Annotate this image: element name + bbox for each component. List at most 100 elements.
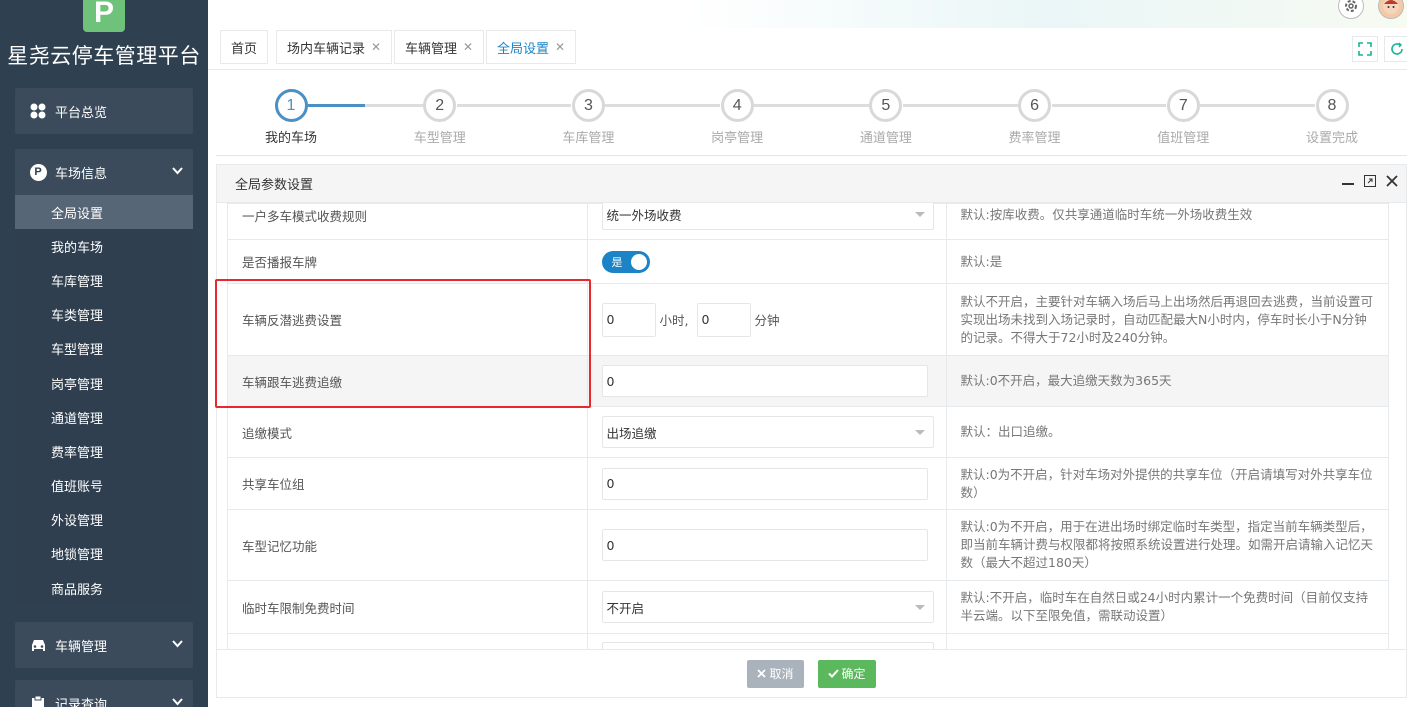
tab-global-settings[interactable]: 全局设置 ✕ bbox=[486, 30, 577, 64]
close-icon[interactable]: ✕ bbox=[555, 40, 565, 54]
chevron-down-icon bbox=[172, 164, 183, 178]
step-number: 3 bbox=[571, 89, 605, 122]
setting-label: 追缴模式 bbox=[227, 406, 588, 458]
anti-evasion-minutes-input[interactable]: 0 bbox=[696, 302, 751, 337]
next-setting-select[interactable] bbox=[601, 642, 934, 649]
table-row: 是否播报车牌 是 默认:是 bbox=[227, 239, 1389, 284]
toggle-label: 是 bbox=[611, 255, 623, 269]
logo: P bbox=[83, 0, 125, 32]
refresh-icon[interactable] bbox=[1384, 36, 1407, 62]
tabs-bar: 首页 场内车辆记录 ✕ 车辆管理 ✕ 全局设置 ✕ bbox=[208, 28, 1407, 70]
highlight-box bbox=[215, 279, 591, 408]
table-row: 追缴模式 出场追缴 默认：出口追缴。 bbox=[227, 406, 1389, 458]
step-item[interactable]: 2 车型管理 bbox=[390, 89, 490, 146]
caret-down-icon bbox=[914, 212, 925, 217]
setting-label: 临时车限制免费时间 bbox=[227, 580, 588, 634]
close-icon[interactable] bbox=[1386, 175, 1398, 191]
sidebar-item[interactable]: 地锁管理 bbox=[15, 537, 193, 571]
step-item[interactable]: 6 费率管理 bbox=[985, 89, 1085, 146]
anti-evasion-hours-input[interactable]: 0 bbox=[601, 302, 656, 337]
setting-label: 是否播报车牌 bbox=[227, 239, 588, 284]
menu-overview-label: 平台总览 bbox=[55, 105, 108, 121]
menu-overview[interactable]: 平台总览 bbox=[15, 88, 193, 134]
sidebar-item[interactable]: 车库管理 bbox=[15, 263, 193, 297]
step-item[interactable]: 4 岗亭管理 bbox=[687, 89, 787, 146]
sidebar-item[interactable]: 商品服务 bbox=[15, 571, 193, 605]
select-value: 统一外场收费 bbox=[606, 207, 682, 223]
step-item[interactable]: 1 我的车场 bbox=[241, 89, 341, 146]
follow-evasion-recovery-input[interactable]: 0 bbox=[601, 365, 928, 397]
setting-desc: 默认:0为不开启，针对车场对外提供的共享车位（开启请填写对外共享车位数） bbox=[945, 457, 1389, 510]
broadcast-plate-toggle[interactable]: 是 bbox=[601, 250, 650, 273]
setting-label: 共享车位组 bbox=[227, 457, 588, 510]
settings-gear-icon[interactable] bbox=[1338, 0, 1364, 19]
table-row: 车型记忆功能 0 默认:0为不开启，用于在进出场时绑定临时车类型，指定当前车辆类… bbox=[227, 509, 1389, 581]
multi-car-fee-rule-select[interactable]: 统一外场收费 bbox=[601, 203, 934, 230]
setting-desc: 默认:0为不开启，用于在进出场时绑定临时车类型，指定当前车辆类型后，即当前车辆计… bbox=[945, 509, 1389, 581]
temp-car-free-time-select[interactable]: 不开启 bbox=[601, 591, 934, 623]
tab-global-settings-label: 全局设置 bbox=[497, 41, 550, 57]
chevron-down-icon bbox=[172, 695, 183, 707]
tab-vehicle-mgmt[interactable]: 车辆管理 ✕ bbox=[394, 30, 485, 64]
close-icon bbox=[757, 669, 767, 678]
setting-label: 车型记忆功能 bbox=[227, 509, 588, 581]
menu-record-query[interactable]: 记录查询 bbox=[15, 680, 193, 707]
vehicle-type-memory-input[interactable]: 0 bbox=[601, 529, 928, 561]
panel-title: 全局参数设置 bbox=[235, 178, 314, 193]
confirm-label: 确定 bbox=[841, 667, 866, 681]
tab-vehicle-records-label: 场内车辆记录 bbox=[287, 41, 366, 57]
menu-parking-info-head[interactable]: P 车场信息 bbox=[15, 149, 193, 195]
minimize-icon[interactable] bbox=[1342, 175, 1354, 191]
menu-vehicle-mgmt[interactable]: 车辆管理 bbox=[15, 622, 193, 668]
setting-desc: 默认:0不开启，最大追缴天数为365天 bbox=[945, 355, 1389, 407]
table-row bbox=[227, 633, 1389, 649]
sidebar-item[interactable]: 外设管理 bbox=[15, 503, 193, 537]
sidebar-item[interactable]: 车类管理 bbox=[15, 298, 193, 332]
settings-table: 一户多车模式收费规则 统一外场收费 默认:按库收费。仅共享通道临时车统一外场收费… bbox=[227, 203, 1389, 649]
setting-desc: 默认:不开启，临时车在自然日或24小时内累计一个免费时间（目前仅支持半云端。以下… bbox=[945, 580, 1389, 634]
step-number: 8 bbox=[1315, 89, 1349, 122]
tab-vehicle-records[interactable]: 场内车辆记录 ✕ bbox=[276, 30, 393, 64]
tab-vehicle-mgmt-label: 车辆管理 bbox=[405, 41, 458, 57]
sidebar-item[interactable]: 通道管理 bbox=[15, 400, 193, 434]
confirm-button[interactable]: 确定 bbox=[817, 659, 876, 688]
setting-desc: 默认:是 bbox=[945, 239, 1389, 284]
step-number: 2 bbox=[423, 89, 457, 122]
step-item[interactable]: 7 值班管理 bbox=[1133, 89, 1233, 146]
recovery-mode-select[interactable]: 出场追缴 bbox=[601, 416, 934, 448]
panel-header: 全局参数设置 bbox=[217, 165, 1406, 203]
top-bar bbox=[208, 0, 1407, 28]
global-settings-panel: 全局参数设置 一户多车模式收费规则 统一外场收费 默认:按库收费。仅共享通道临时… bbox=[216, 164, 1407, 698]
step-label: 设置完成 bbox=[1305, 131, 1358, 146]
check-icon bbox=[827, 669, 839, 678]
step-item[interactable]: 8 设置完成 bbox=[1282, 89, 1382, 146]
step-number: 1 bbox=[274, 89, 308, 122]
minutes-unit: 分钟 bbox=[754, 313, 780, 328]
menu-record-query-label: 记录查询 bbox=[55, 697, 108, 707]
sidebar-item[interactable]: 我的车场 bbox=[15, 229, 193, 263]
sidebar-item[interactable]: 车型管理 bbox=[15, 332, 193, 366]
fullscreen-icon[interactable] bbox=[1352, 36, 1378, 62]
step-number: 6 bbox=[1018, 89, 1052, 122]
close-icon[interactable]: ✕ bbox=[463, 40, 473, 54]
maximize-icon[interactable] bbox=[1364, 175, 1376, 191]
menu-parking-info-label: 车场信息 bbox=[55, 166, 108, 182]
sidebar-item[interactable]: 值班账号 bbox=[15, 469, 193, 503]
sidebar-item[interactable]: 岗亭管理 bbox=[15, 366, 193, 400]
cancel-label: 取消 bbox=[769, 667, 794, 681]
select-value: 不开启 bbox=[606, 600, 645, 616]
tab-home[interactable]: 首页 bbox=[220, 30, 269, 64]
setting-desc: 默认不开启，主要针对车辆入场后马上出场然后再退回去逃费，当前设置可实现出场未找到… bbox=[945, 283, 1389, 356]
sidebar-item[interactable]: 费率管理 bbox=[15, 434, 193, 468]
settings-table-wrap: 一户多车模式收费规则 统一外场收费 默认:按库收费。仅共享通道临时车统一外场收费… bbox=[227, 203, 1389, 649]
shared-space-group-input[interactable]: 0 bbox=[601, 467, 928, 500]
avatar[interactable] bbox=[1378, 0, 1404, 19]
setting-label: 一户多车模式收费规则 bbox=[227, 203, 588, 240]
step-item[interactable]: 3 车库管理 bbox=[538, 89, 638, 146]
toggle-knob bbox=[630, 253, 647, 270]
step-item[interactable]: 5 通道管理 bbox=[836, 89, 936, 146]
sidebar-item[interactable]: 全局设置 bbox=[15, 195, 193, 230]
step-label: 费率管理 bbox=[1008, 131, 1061, 146]
cancel-button[interactable]: 取消 bbox=[747, 659, 804, 688]
close-icon[interactable]: ✕ bbox=[371, 40, 381, 54]
